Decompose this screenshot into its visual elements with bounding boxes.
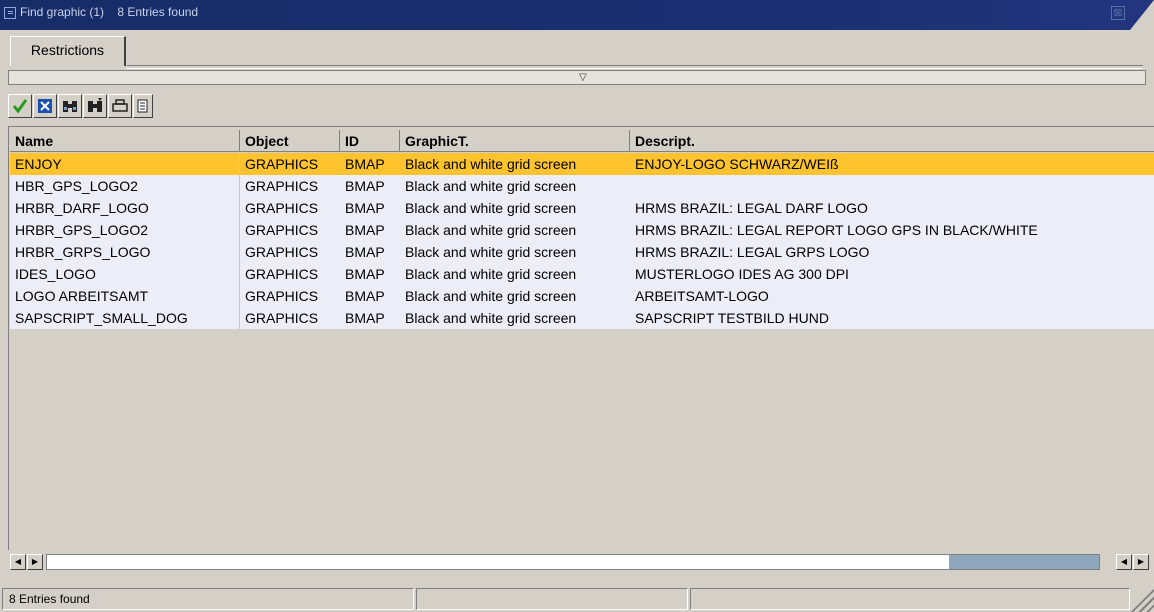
cell-object[interactable]: GRAPHICS: [240, 241, 340, 263]
title-corner: [1130, 0, 1154, 30]
cell-graphic-type[interactable]: Black and white grid screen: [400, 175, 630, 197]
continue-button[interactable]: [8, 94, 32, 118]
cell-description[interactable]: [630, 175, 1154, 197]
table-row[interactable]: HRBR_GRPS_LOGO GRAPHICS BMAP Black and whit…: [10, 241, 1154, 263]
cell-description[interactable]: SAPSCRIPT TESTBILD HUND: [630, 307, 1154, 329]
cell-graphic-type[interactable]: Black and white grid screen: [400, 241, 630, 263]
cancel-icon: [38, 99, 52, 113]
cell-graphic-type[interactable]: Black and white grid screen: [400, 153, 630, 175]
cell-id[interactable]: BMAP: [340, 285, 400, 307]
cell-name[interactable]: LOGO ARBEITSAMT: [10, 285, 240, 307]
window-icon: [4, 7, 16, 19]
cell-id[interactable]: BMAP: [340, 153, 400, 175]
check-icon: [12, 99, 28, 114]
tab-strip: Restrictions: [0, 30, 1154, 69]
cancel-button[interactable]: [33, 94, 57, 118]
cell-name[interactable]: SAPSCRIPT_SMALL_DOG: [10, 307, 240, 329]
cell-name[interactable]: ENJOY: [10, 153, 240, 175]
cell-id[interactable]: BMAP: [340, 219, 400, 241]
cell-object[interactable]: GRAPHICS: [240, 263, 340, 285]
cell-name[interactable]: HRBR_GRPS_LOGO: [10, 241, 240, 263]
cell-description[interactable]: ENJOY-LOGO SCHWARZ/WEIß: [630, 153, 1154, 175]
scroll-track[interactable]: [46, 554, 1100, 570]
cell-description[interactable]: MUSTERLOGO IDES AG 300 DPI: [630, 263, 1154, 285]
cell-description[interactable]: HRMS BRAZIL: LEGAL DARF LOGO: [630, 197, 1154, 219]
cell-id[interactable]: BMAP: [340, 307, 400, 329]
scroll-left-button[interactable]: ◀: [10, 554, 26, 570]
table-row[interactable]: LOGO ARBEITSAMT GRAPHICS BMAP Black and whi…: [10, 285, 1154, 307]
cell-name[interactable]: IDES_LOGO: [10, 263, 240, 285]
title-bar: Find graphic (1) 8 Entries found ⊠: [0, 0, 1154, 30]
cell-description[interactable]: HRMS BRAZIL: LEGAL REPORT LOGO GPS IN BL…: [630, 219, 1154, 241]
tab-restrictions[interactable]: Restrictions: [10, 36, 126, 66]
scroll-left-button-right[interactable]: ◀: [1116, 554, 1132, 570]
table-row[interactable]: HRBR_DARF_LOGO GRAPHICS BMAP Black and whit…: [10, 197, 1154, 219]
cell-name[interactable]: HRBR_GPS_LOGO2: [10, 219, 240, 241]
scroll-right-button-right[interactable]: ▶: [1133, 554, 1149, 570]
close-icon[interactable]: ⊠: [1111, 6, 1125, 20]
column-header-name[interactable]: Name: [10, 130, 240, 152]
window-title: Find graphic (1) 8 Entries found: [20, 5, 199, 19]
resize-grip-icon[interactable]: [1128, 586, 1154, 612]
status-field-3: [690, 588, 1130, 610]
find-next-button[interactable]: [83, 94, 107, 118]
scroll-right-button[interactable]: ▶: [27, 554, 43, 570]
cell-id[interactable]: BMAP: [340, 241, 400, 263]
column-header-description[interactable]: Descript.: [630, 130, 1154, 152]
cell-graphic-type[interactable]: Black and white grid screen: [400, 285, 630, 307]
column-header-object[interactable]: Object: [240, 130, 340, 152]
cell-graphic-type[interactable]: Black and white grid screen: [400, 263, 630, 285]
column-header-graphic-type[interactable]: GraphicT.: [400, 130, 630, 152]
sort-button[interactable]: [133, 94, 153, 118]
horizontal-scrollbar: ◀ ▶ ◀ ▶: [8, 550, 1154, 574]
cell-object[interactable]: GRAPHICS: [240, 153, 340, 175]
cell-id[interactable]: BMAP: [340, 197, 400, 219]
print-icon: [112, 99, 128, 112]
cell-graphic-type[interactable]: Black and white grid screen: [400, 307, 630, 329]
cell-id[interactable]: BMAP: [340, 175, 400, 197]
collapse-restrictions-bar[interactable]: ▽: [8, 70, 1146, 85]
collapse-triangle-icon: ▽: [579, 72, 587, 83]
cell-id[interactable]: BMAP: [340, 263, 400, 285]
cell-description[interactable]: ARBEITSAMT-LOGO: [630, 285, 1154, 307]
table-row[interactable]: SAPSCRIPT_SMALL_DOG GRAPHICS BMAP Black and…: [10, 307, 1154, 329]
cell-graphic-type[interactable]: Black and white grid screen: [400, 219, 630, 241]
table-header: Name Object ID GraphicT. Descript.: [10, 130, 1154, 152]
column-header-id[interactable]: ID: [340, 130, 400, 152]
cell-graphic-type[interactable]: Black and white grid screen: [400, 197, 630, 219]
cell-description[interactable]: HRMS BRAZIL: LEGAL GRPS LOGO: [630, 241, 1154, 263]
table-row[interactable]: IDES_LOGO GRAPHICS BMAP Black and white gri…: [10, 263, 1154, 285]
find-icon: [63, 101, 77, 112]
scroll-thumb[interactable]: [949, 555, 1099, 569]
cell-object[interactable]: GRAPHICS: [240, 175, 340, 197]
find-button[interactable]: [58, 94, 82, 118]
cell-object[interactable]: GRAPHICS: [240, 285, 340, 307]
cell-object[interactable]: GRAPHICS: [240, 197, 340, 219]
find-next-icon: [88, 98, 102, 112]
status-message: 8 Entries found: [2, 588, 414, 610]
cell-name[interactable]: HBR_GPS_LOGO2: [10, 175, 240, 197]
cell-name[interactable]: HRBR_DARF_LOGO: [10, 197, 240, 219]
cell-object[interactable]: GRAPHICS: [240, 219, 340, 241]
table-row[interactable]: ENJOY GRAPHICS BMAP Black and white grid sc…: [10, 153, 1154, 175]
cell-object[interactable]: GRAPHICS: [240, 307, 340, 329]
tab-divider: [127, 65, 1143, 69]
status-bar: 8 Entries found: [0, 586, 1154, 612]
print-button[interactable]: [108, 94, 132, 118]
table-row[interactable]: HBR_GPS_LOGO2 GRAPHICS BMAP Black and white…: [10, 175, 1154, 197]
table-row[interactable]: HRBR_GPS_LOGO2 GRAPHICS BMAP Black and whit…: [10, 219, 1154, 241]
sort-icon: [137, 99, 148, 113]
status-field-2: [416, 588, 688, 610]
results-table: Name Object ID GraphicT. Descript. ENJOY…: [8, 126, 1154, 550]
